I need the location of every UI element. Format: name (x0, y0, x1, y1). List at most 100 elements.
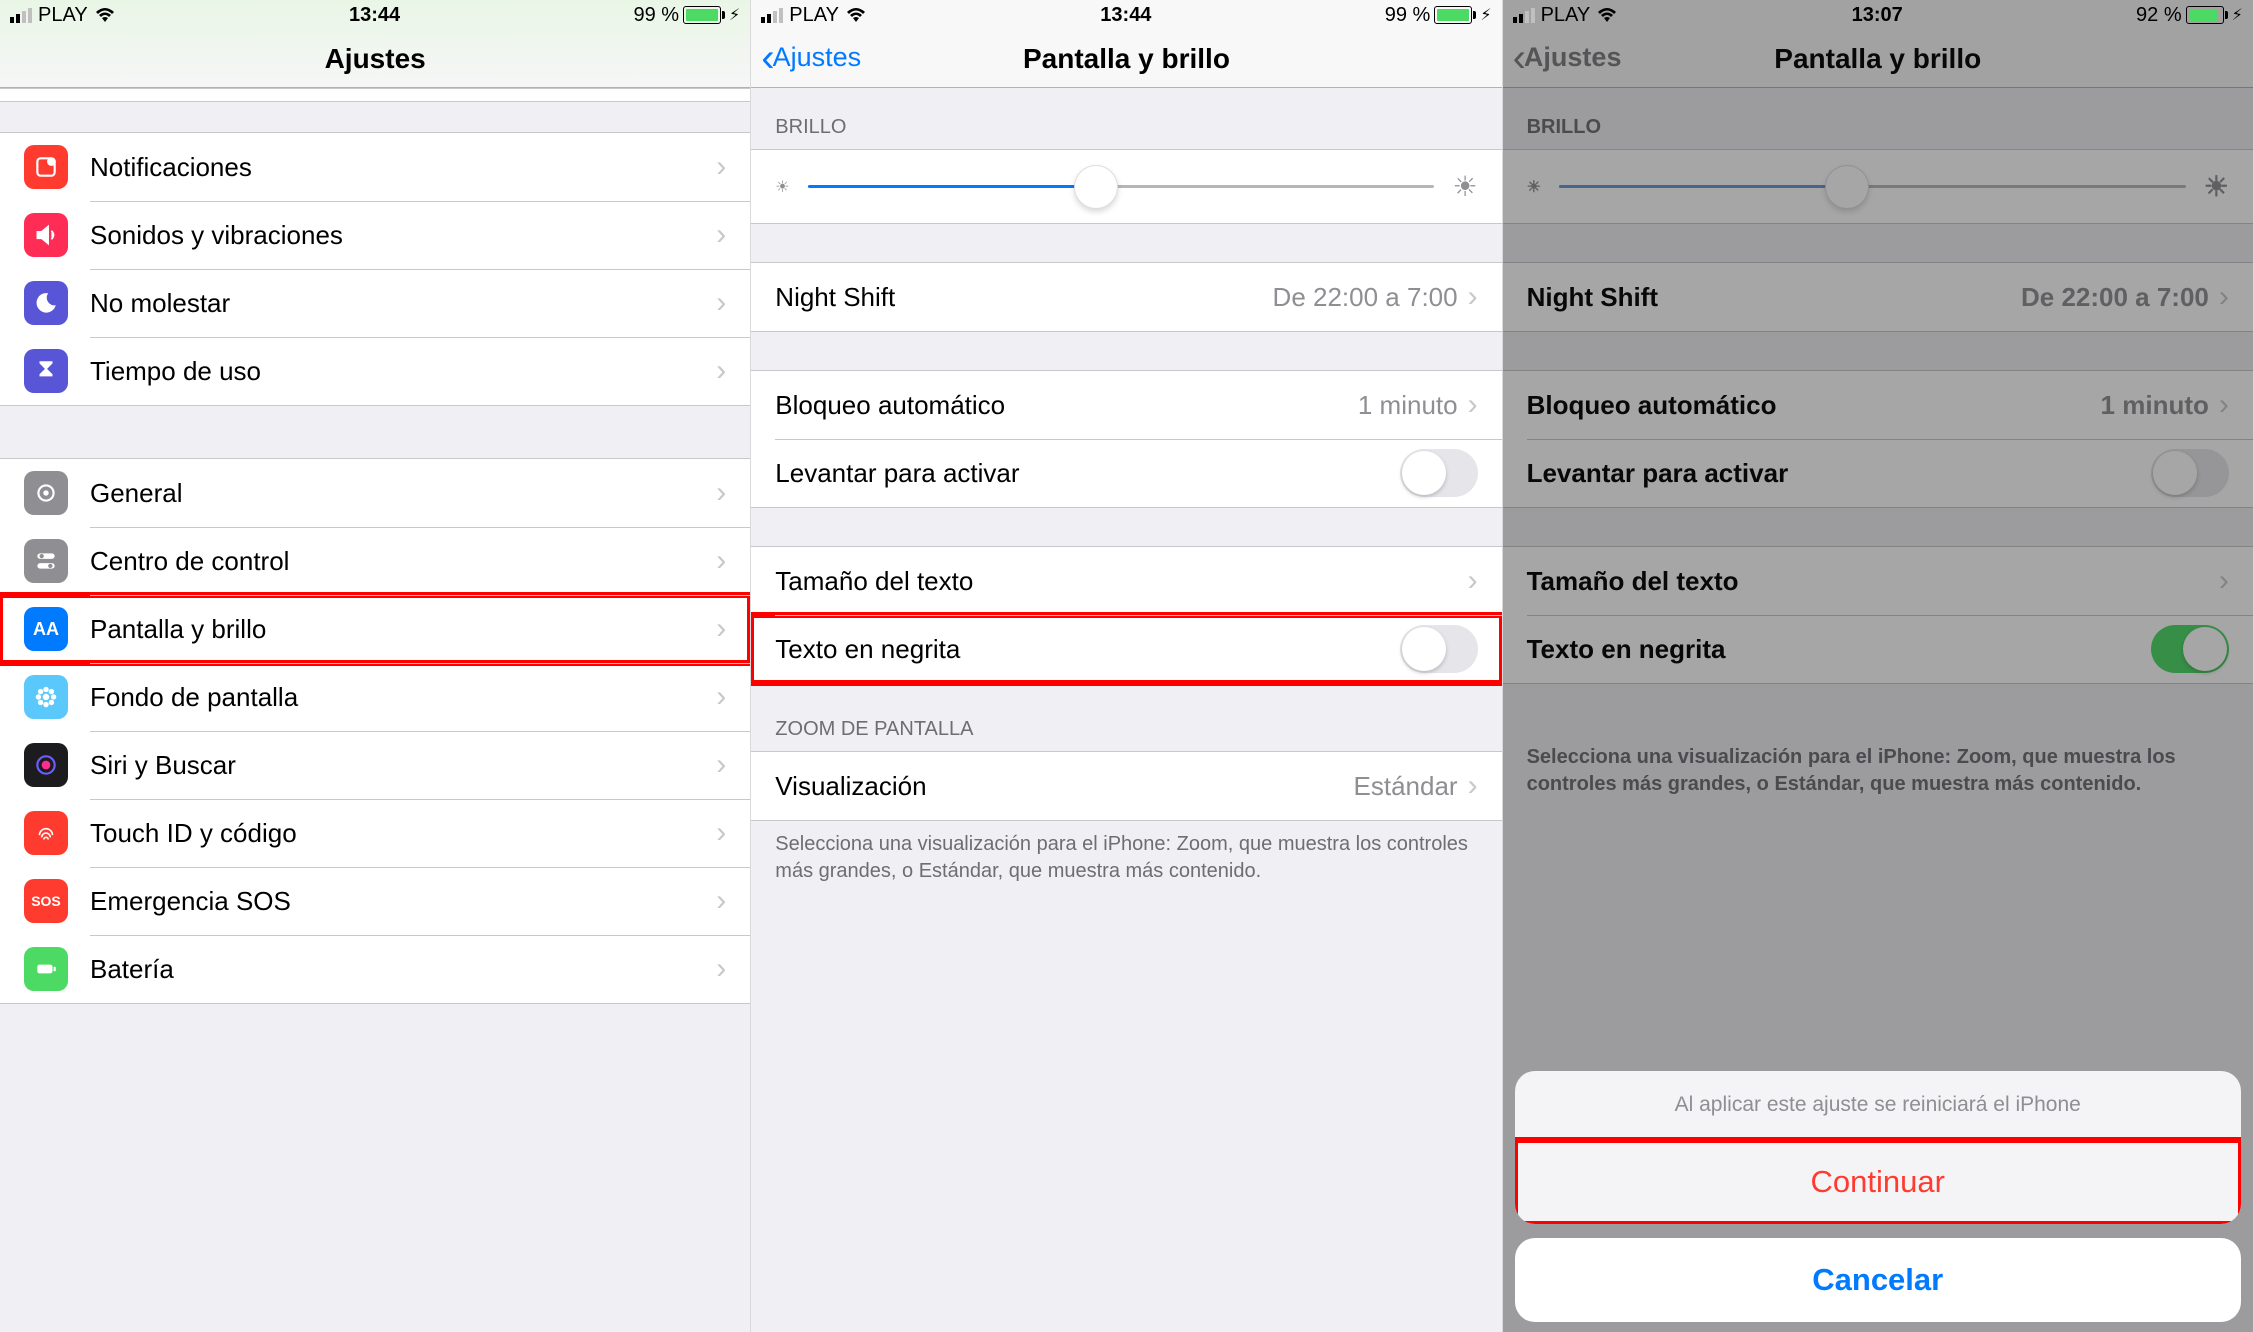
row-label: Fondo de pantalla (90, 682, 716, 713)
battery-icon (1434, 6, 1476, 24)
wifi-icon (845, 7, 867, 23)
action-sheet: Al aplicar este ajuste se reiniciará el … (1515, 1071, 2241, 1322)
chevron-right-icon: › (716, 218, 726, 252)
gear-icon (24, 471, 68, 515)
row-label: Touch ID y código (90, 818, 716, 849)
chevron-right-icon: › (716, 884, 726, 918)
row-label: Centro de control (90, 546, 716, 577)
sos-icon: SOS (24, 879, 68, 923)
row-screentime[interactable]: Tiempo de uso › (0, 337, 750, 405)
row-value: 1 minuto (1358, 390, 1458, 421)
row-auto-lock[interactable]: Bloqueo automático 1 minuto › (751, 371, 1501, 439)
row-label: Siri y Buscar (90, 750, 716, 781)
status-bar: PLAY 13:07 92 % ⚡︎ (1503, 0, 2253, 30)
status-time: 13:07 (1852, 4, 1903, 27)
signal-icon (10, 8, 32, 23)
bold-toggle[interactable] (1400, 625, 1478, 673)
row-label: Batería (90, 954, 716, 985)
row-label: General (90, 478, 716, 509)
fingerprint-icon (24, 811, 68, 855)
slider-thumb[interactable] (1074, 165, 1118, 209)
row-sos[interactable]: SOS Emergencia SOS › (0, 867, 750, 935)
section-header-brightness: BRILLO (751, 88, 1501, 149)
hourglass-icon (24, 349, 68, 393)
sheet-message: Al aplicar este ajuste se reiniciará el … (1515, 1071, 2241, 1140)
row-raise-to-wake[interactable]: Levantar para activar (751, 439, 1501, 507)
charge-icon: ⚡︎ (729, 5, 740, 25)
wifi-icon (1596, 7, 1618, 23)
row-display-brightness[interactable]: AA Pantalla y brillo › (0, 595, 750, 663)
row-battery[interactable]: Batería › (0, 935, 750, 1003)
row-text-size[interactable]: Tamaño del texto › (751, 547, 1501, 615)
row-dnd[interactable]: No molestar › (0, 269, 750, 337)
status-time: 13:44 (1100, 4, 1151, 27)
row-label: Pantalla y brillo (90, 614, 716, 645)
battery-icon (2186, 6, 2228, 24)
display-brightness-panel: PLAY 13:44 99 % ⚡︎ ‹Ajustes Pantalla y b… (751, 0, 1502, 1332)
chevron-right-icon: › (716, 816, 726, 850)
switches-icon (24, 539, 68, 583)
brightness-slider-row: ☀︎ ☀︎ (751, 150, 1501, 223)
chevron-right-icon: › (1468, 388, 1478, 422)
continue-button[interactable]: Continuar (1515, 1140, 2241, 1224)
text-size-icon: AA (24, 607, 68, 651)
page-title: Ajustes (325, 43, 426, 75)
row-label: Texto en negrita (775, 634, 1399, 665)
row-label: Tamaño del texto (775, 566, 1467, 597)
status-time: 13:44 (349, 4, 400, 27)
row-label: Notificaciones (90, 152, 716, 183)
sun-small-icon: ☀︎ (775, 177, 789, 197)
sun-large-icon: ☀︎ (1452, 170, 1477, 203)
battery-pct: 99 % (1385, 4, 1431, 27)
chevron-right-icon: › (716, 354, 726, 388)
row-touchid[interactable]: Touch ID y código › (0, 799, 750, 867)
brightness-slider[interactable] (808, 185, 1435, 188)
raise-toggle[interactable] (1400, 449, 1478, 497)
settings-root-panel: PLAY 13:44 99 % ⚡︎ Ajustes Notificacione… (0, 0, 751, 1332)
section-header-zoom: ZOOM DE PANTALLA (751, 684, 1501, 751)
chevron-right-icon: › (1468, 280, 1478, 314)
chevron-right-icon: › (716, 612, 726, 646)
chevron-right-icon: › (716, 150, 726, 184)
row-bold-text[interactable]: Texto en negrita (751, 615, 1501, 683)
row-label: No molestar (90, 288, 716, 319)
chevron-right-icon: › (1468, 769, 1478, 803)
charge-icon: ⚡︎ (1480, 5, 1491, 25)
row-label: Tiempo de uso (90, 356, 716, 387)
row-general[interactable]: General › (0, 459, 750, 527)
chevron-right-icon: › (716, 286, 726, 320)
battery-icon (24, 947, 68, 991)
row-siri[interactable]: Siri y Buscar › (0, 731, 750, 799)
cancel-button[interactable]: Cancelar (1515, 1238, 2241, 1322)
signal-icon (1513, 8, 1535, 23)
chevron-right-icon: › (716, 476, 726, 510)
chevron-right-icon: › (716, 544, 726, 578)
row-label: Sonidos y vibraciones (90, 220, 716, 251)
row-wallpaper[interactable]: Fondo de pantalla › (0, 663, 750, 731)
carrier-label: PLAY (1541, 4, 1591, 27)
chevron-right-icon: › (1468, 564, 1478, 598)
wifi-icon (94, 7, 116, 23)
display-brightness-panel-sheet: PLAY 13:07 92 % ⚡︎ ‹Ajustes Pantalla y b… (1503, 0, 2254, 1332)
row-control-center[interactable]: Centro de control › (0, 527, 750, 595)
signal-icon (761, 8, 783, 23)
back-button[interactable]: ‹Ajustes (761, 42, 861, 73)
row-value: Estándar (1354, 771, 1458, 802)
row-night-shift[interactable]: Night Shift De 22:00 a 7:00 › (751, 263, 1501, 331)
row-notifications[interactable]: Notificaciones › (0, 133, 750, 201)
siri-icon (24, 743, 68, 787)
flower-icon (24, 675, 68, 719)
row-value: De 22:00 a 7:00 (1273, 282, 1458, 313)
battery-pct: 99 % (633, 4, 679, 27)
chevron-right-icon: › (716, 952, 726, 986)
row-label: Emergencia SOS (90, 886, 716, 917)
row-sounds[interactable]: Sonidos y vibraciones › (0, 201, 750, 269)
row-view[interactable]: Visualización Estándar › (751, 752, 1501, 820)
notifications-icon (24, 145, 68, 189)
page-title: Pantalla y brillo (1023, 43, 1230, 75)
section-footer: Selecciona una visualización para el iPh… (751, 821, 1501, 895)
row-label: Night Shift (775, 282, 1272, 313)
carrier-label: PLAY (38, 4, 88, 27)
row-label: Bloqueo automático (775, 390, 1358, 421)
carrier-label: PLAY (789, 4, 839, 27)
